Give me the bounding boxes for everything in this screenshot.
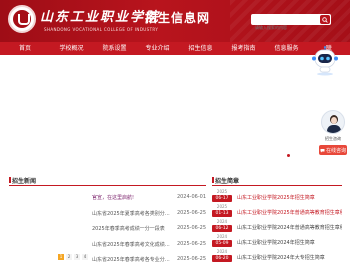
news-item[interactable]: 山东省2025年春季高考文化成绩分数段 2025-06-25 [92, 238, 206, 254]
online-consult-button[interactable]: 在线咨询 [319, 145, 347, 155]
pager-page-1[interactable]: 1 [58, 254, 64, 260]
notice-date-chip: 2025 01-13 [212, 204, 232, 217]
notice-item[interactable]: 2025 01-13 山东工业职业学院2025年普通高等教育招生章程 [212, 204, 342, 219]
notice-date-chip: 2024 06-12 [212, 219, 232, 232]
nav-item-guide[interactable]: 报考指南 [222, 42, 265, 55]
notice-month-day: 06-17 [212, 195, 232, 202]
nav-item-majors[interactable]: 专业介绍 [136, 42, 179, 55]
news-item[interactable]: 山东省2025年春季高考各专业分数段 2025-06-25 [92, 253, 206, 263]
site-title: 招生信息网 [145, 11, 211, 25]
avatar-body [327, 125, 341, 133]
notice-month-day: 06-20 [212, 255, 232, 262]
search-icon [322, 16, 328, 23]
nav-item-departments[interactable]: 院系设置 [93, 42, 136, 55]
notice-item-title: 山东工业职业学院2024年招生简章 [237, 240, 315, 246]
notice-date-chip: 2025 06-17 [212, 189, 232, 202]
pager-page-2[interactable]: 2 [66, 254, 72, 260]
banner-area [0, 55, 350, 168]
notice-item[interactable]: 2024 06-20 山东工业职业学院2024年大专招生简章 [212, 249, 342, 263]
news-item[interactable]: 官宣，在这里启航! 2024-06-01 [92, 191, 206, 207]
pager-page-3[interactable]: 3 [74, 254, 80, 260]
news-item-title: 2025年春季高考成绩一分一段表 [92, 226, 165, 232]
notice-month-day: 05-09 [212, 240, 232, 247]
news-item-title: 山东省2025年夏季高考各类别分数线公布 [92, 210, 172, 217]
notice-item-title: 山东工业职业学院2024年大专招生简章 [237, 255, 325, 261]
online-consult-widget: 招生咨询 在线咨询 [319, 110, 347, 156]
avatar-face [331, 117, 337, 124]
news-item-date: 2025-06-25 [176, 225, 206, 231]
chat-icon [320, 148, 325, 152]
notice-section-title: 招生简章 [212, 176, 239, 185]
news-item-date: 2025-06-25 [176, 256, 206, 262]
news-section-title: 招生新闻 [9, 176, 36, 185]
robot-assistant-icon[interactable] [311, 46, 339, 76]
news-item-title: 山东省2025年春季高考文化成绩分数段 [92, 241, 172, 248]
notice-item[interactable]: 2025 06-17 山东工业职业学院2025年招生简章 [212, 189, 342, 204]
news-item-date: 2025-06-25 [176, 240, 206, 247]
notice-item[interactable]: 2024 05-09 山东工业职业学院2024年招生简章 [212, 234, 342, 249]
notice-item[interactable]: 2024 06-12 山东工业职业学院2024年普通高等教育招生章程 [212, 219, 342, 234]
school-name-en: SHANDONG VOCATIONAL COLLEGE OF INDUSTRY [44, 27, 159, 32]
search-input[interactable] [251, 22, 317, 33]
nav-item-home[interactable]: 首页 [0, 42, 50, 55]
school-logo[interactable] [8, 5, 36, 33]
news-item[interactable]: 山东省2025年夏季高考各类别分数线公布 2025-06-25 [92, 207, 206, 223]
notice-date-chip: 2024 05-09 [212, 234, 232, 247]
notice-date-chip: 2024 06-20 [212, 249, 232, 262]
notice-item-title: 山东工业职业学院2024年普通高等教育招生章程 [237, 225, 342, 231]
main-nav: 首页 学校概况 院系设置 专业介绍 招生信息 报考指南 信息服务 联 [0, 42, 350, 55]
school-name: 山东工业职业学院 [40, 10, 161, 25]
nav-item-admission-info[interactable]: 招生信息 [179, 42, 222, 55]
nav-item-services[interactable]: 信息服务 [265, 42, 308, 55]
notice-item-title: 山东工业职业学院2025年招生简章 [237, 195, 315, 201]
consultant-avatar[interactable] [321, 110, 345, 134]
pager-page-4[interactable]: 4 [82, 254, 88, 260]
consult-label: 招生咨询 [325, 136, 341, 141]
notice-item-title: 山东工业职业学院2025年普通高等教育招生章程 [237, 210, 342, 216]
news-section-rule [9, 185, 206, 186]
search-box [251, 14, 331, 33]
news-item-date: 2025-06-25 [176, 209, 206, 216]
news-item-title: 官宣，在这里启航! [92, 195, 135, 201]
news-pager: 1 2 3 4 [58, 254, 88, 260]
school-seal-icon [13, 10, 31, 28]
news-list: 官宣，在这里启航! 2024-06-01 山东省2025年夏季高考各类别分数线公… [92, 191, 206, 263]
online-consult-label: 在线咨询 [325, 147, 346, 154]
notice-list: 2025 06-17 山东工业职业学院2025年招生简章 2025 01-13 … [212, 189, 342, 263]
news-item-title: 山东省2025年春季高考各专业分数段 [92, 257, 172, 263]
notice-month-day: 01-13 [212, 210, 232, 217]
search-button[interactable] [320, 15, 330, 24]
site-header: 山东工业职业学院 SHANDONG VOCATIONAL COLLEGE OF … [0, 0, 350, 42]
news-item[interactable]: 2025年春季高考成绩一分一段表 2025-06-25 [92, 222, 206, 238]
notice-month-day: 06-12 [212, 225, 232, 232]
news-item-date: 2024-06-01 [176, 194, 206, 200]
carousel-dots [287, 154, 290, 157]
nav-item-about[interactable]: 学校概况 [50, 42, 93, 55]
notice-section-rule [212, 185, 342, 186]
carousel-dot[interactable] [287, 154, 290, 157]
